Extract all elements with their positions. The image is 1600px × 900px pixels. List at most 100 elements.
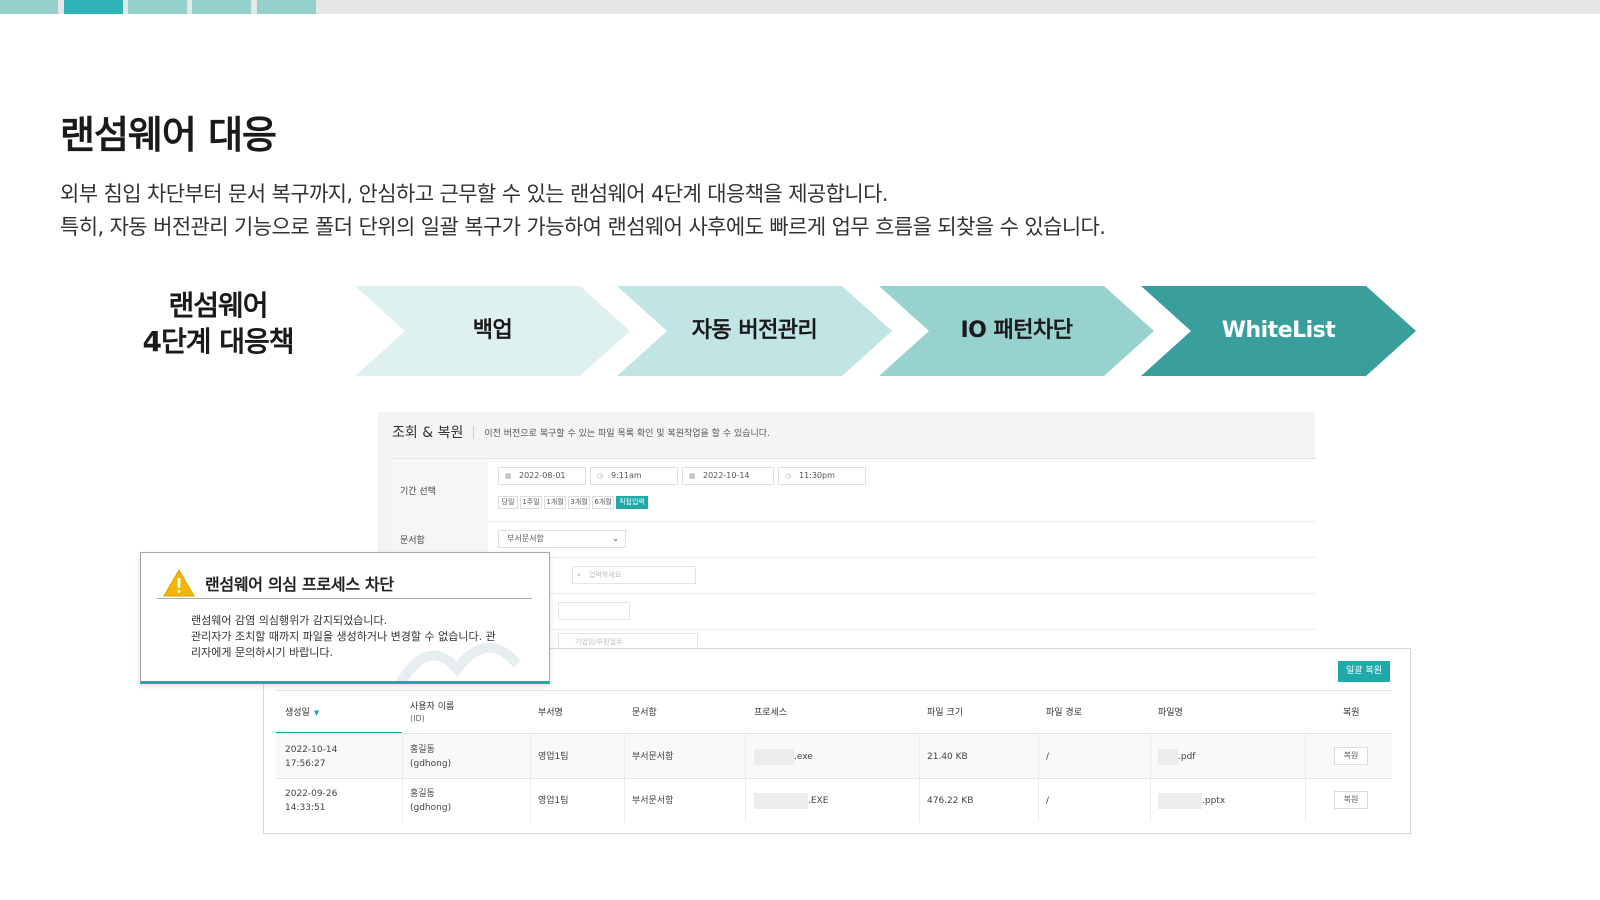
range-1month[interactable]: 1개월 — [544, 496, 566, 509]
row-divider — [276, 778, 1392, 779]
row2-restore-button[interactable]: 복원 — [1334, 791, 1368, 809]
start-date-input[interactable]: ▦ 2022-08-01 — [498, 467, 586, 485]
alert-line-1: 랜섬웨어 감염 의심행위가 감지되었습니다. — [191, 614, 388, 627]
end-time-input[interactable]: ◷ 11:30pm — [778, 467, 866, 485]
doc-box-select[interactable]: 부서문서함 ⌄ — [498, 530, 626, 548]
row2-name-redaction — [1158, 793, 1202, 809]
chevron-down-icon: ⌄ — [612, 534, 619, 543]
alert-title: 랜섬웨어 의심 프로세스 차단 — [205, 575, 394, 594]
col-created[interactable]: 생성일 ▼ — [285, 707, 319, 719]
col-docbox: 문서함 — [632, 708, 657, 718]
progress-segment-3 — [128, 0, 187, 14]
column-divider — [1038, 734, 1039, 822]
col-user-sub: (ID) — [410, 714, 425, 723]
row1-name: .pdf — [1178, 752, 1196, 762]
col-path: 파일 경로 — [1046, 708, 1082, 718]
progress-segment-5 — [257, 0, 316, 14]
column-divider — [919, 734, 920, 822]
col-user-label: 사용자 이름 — [410, 702, 455, 712]
row1-user: 홍길동 (gdhong) — [410, 743, 451, 771]
row1-restore-button[interactable]: 복원 — [1334, 747, 1368, 765]
restore-form-header: 조회 & 복원 이전 버전으로 복구할 수 있는 파일 목록 확인 및 복원작업… — [392, 420, 770, 444]
start-time-value: 9:11am — [611, 471, 642, 480]
dept-placeholder: 기업임/부원업무 — [575, 638, 623, 646]
row2-dept: 영업1팀 — [538, 796, 569, 806]
caret-down-icon[interactable]: ▼ — [314, 709, 319, 717]
range-6month[interactable]: 6개월 — [592, 496, 614, 509]
steps-heading: 랜섬웨어 4단계 대응책 — [118, 288, 318, 360]
ransomware-alert-dialog: 랜섬웨어 의심 프로세스 차단 랜섬웨어 감염 의심행위가 감지되었습니다. 관… — [140, 552, 550, 684]
search-icon: ⌕ — [577, 571, 581, 579]
col-process: 프로세스 — [754, 708, 788, 718]
search-input[interactable]: ⌕ 입력하세요 — [572, 566, 696, 584]
end-time-value: 11:30pm — [799, 471, 835, 480]
row2-process-redaction — [754, 793, 808, 809]
row1-user-id: (gdhong) — [410, 759, 452, 769]
range-1week[interactable]: 1주일 — [520, 496, 542, 509]
col-restore: 복원 — [1343, 708, 1360, 718]
column-divider — [1150, 734, 1151, 822]
calendar-icon: ▦ — [689, 472, 696, 480]
decorative-wave — [397, 642, 521, 681]
description-line-1: 외부 침입 차단부터 문서 복구까지, 안심하고 근무할 수 있는 랜섬웨어 4… — [60, 182, 889, 206]
range-today[interactable]: 당일 — [498, 496, 518, 509]
bulk-restore-button[interactable]: 일괄 복원 — [1338, 661, 1390, 682]
filter-input[interactable] — [558, 602, 630, 620]
col-created-label: 생성일 — [285, 708, 310, 718]
row2-docbox: 부서문서함 — [632, 796, 674, 806]
end-date-value: 2022-10-14 — [703, 471, 750, 480]
row1-path: / — [1046, 752, 1050, 762]
steps-heading-line-2: 4단계 대응책 — [142, 325, 294, 358]
col-dept: 부서명 — [538, 708, 563, 718]
step-label-whitelist: WhiteList — [1221, 318, 1336, 343]
column-divider — [1305, 734, 1306, 822]
row2-size: 476.22 KB — [927, 796, 974, 806]
step-label-backup: 백업 — [472, 318, 513, 343]
row2-created: 2022-09-26 14:33:51 — [285, 787, 337, 815]
alert-divider — [157, 598, 532, 599]
period-label: 기간 선택 — [392, 459, 488, 521]
restore-form-title: 조회 & 복원 — [392, 425, 464, 441]
row2-user-name: 홍길동 — [410, 789, 435, 799]
table-top-rule — [276, 690, 1392, 691]
slide-progress-bar — [0, 0, 1600, 14]
start-time-input[interactable]: ◷ 9:11am — [590, 467, 678, 485]
row1-docbox: 부서문서함 — [632, 752, 674, 762]
page-title: 랜섬웨어 대응 — [60, 113, 277, 157]
step-label-io-pattern: IO 패턴차단 — [960, 318, 1073, 343]
warning-triangle-icon — [163, 569, 195, 597]
row1-size: 21.40 KB — [927, 752, 968, 762]
range-custom[interactable]: 직접입력 — [616, 496, 648, 509]
row2-path: / — [1046, 796, 1050, 806]
response-steps: 백업 자동 버전관리 IO 패턴차단 WhiteList — [355, 286, 1416, 376]
progress-segment-1 — [0, 0, 58, 14]
range-3month[interactable]: 3개월 — [568, 496, 590, 509]
row1-name-redaction — [1158, 749, 1178, 765]
search-placeholder: 입력하세요 — [589, 571, 622, 579]
progress-segment-2 — [64, 0, 123, 14]
progress-segment-4 — [192, 0, 251, 14]
description-line-2: 특히, 자동 버전관리 기능으로 폴더 단위의 일괄 복구가 가능하여 랜섬웨어… — [60, 215, 1106, 239]
clock-icon: ◷ — [597, 472, 604, 480]
end-date-input[interactable]: ▦ 2022-10-14 — [682, 467, 774, 485]
col-name: 파일명 — [1158, 708, 1183, 718]
row1-dept: 영업1팀 — [538, 752, 569, 762]
row2-process: .EXE — [808, 796, 829, 806]
calendar-icon: ▦ — [505, 472, 512, 480]
column-divider — [530, 734, 531, 822]
col-user: 사용자 이름 (ID) — [410, 701, 454, 725]
row1-process: .exe — [794, 752, 813, 762]
row2-user: 홍길동 (gdhong) — [410, 787, 451, 815]
clock-icon: ◷ — [785, 472, 792, 480]
step-label-versioning: 자동 버전관리 — [691, 318, 818, 343]
row1-created: 2022-10-14 17:56:27 — [285, 743, 337, 771]
alert-line-3: 리자에게 문의하시기 바랍니다. — [191, 646, 334, 659]
column-divider — [624, 734, 625, 822]
row1-process-redaction — [754, 749, 794, 765]
col-size: 파일 크기 — [927, 708, 963, 718]
row1-user-name: 홍길동 — [410, 745, 435, 755]
row2-time: 14:33:51 — [285, 803, 326, 813]
row2-name: .pptx — [1202, 796, 1226, 806]
column-divider — [402, 734, 403, 822]
period-row: 기간 선택 ▦ 2022-08-01 ◷ 9:11am ▦ 2022-10-14… — [392, 459, 1316, 522]
